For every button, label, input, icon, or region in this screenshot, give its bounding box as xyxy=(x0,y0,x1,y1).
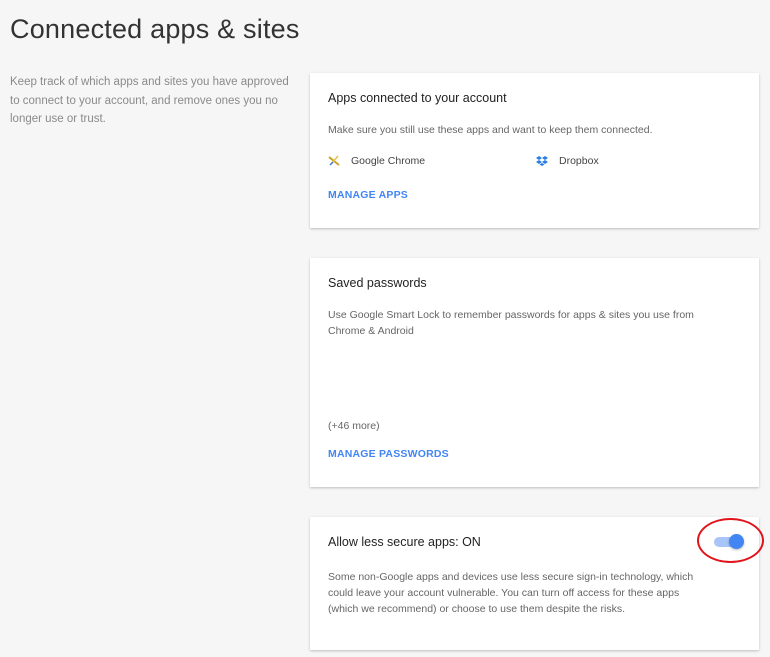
dropbox-icon xyxy=(536,155,548,167)
less-secure-apps-toggle[interactable] xyxy=(714,534,744,549)
app-item-dropbox: Dropbox xyxy=(536,155,599,167)
less-secure-apps-title: Allow less secure apps: ON xyxy=(328,535,481,549)
google-chrome-icon xyxy=(328,155,340,167)
manage-apps-link[interactable]: MANAGE APPS xyxy=(328,189,408,201)
passwords-card-description: Use Google Smart Lock to remember passwo… xyxy=(328,309,694,337)
passwords-card-title: Saved passwords xyxy=(328,276,427,290)
apps-card-description: Make sure you still use these apps and w… xyxy=(328,124,653,136)
less-secure-apps-description: Some non-Google apps and devices use les… xyxy=(328,571,694,615)
app-name: Dropbox xyxy=(559,155,599,167)
saved-passwords-card: Saved passwords Use Google Smart Lock to… xyxy=(310,258,759,487)
page-title: Connected apps & sites xyxy=(10,14,300,44)
apps-card-title: Apps connected to your account xyxy=(328,91,507,105)
toggle-thumb xyxy=(729,534,744,549)
app-name: Google Chrome xyxy=(351,155,426,167)
more-passwords-count: (+46 more) xyxy=(328,420,380,432)
less-secure-apps-card: Allow less secure apps: ON Some non-Goog… xyxy=(310,517,759,650)
page-intro: Keep track of which apps and sites you h… xyxy=(10,76,289,125)
manage-passwords-link[interactable]: MANAGE PASSWORDS xyxy=(328,448,449,460)
app-item-google-chrome: Google Chrome xyxy=(328,155,425,167)
apps-connected-card: Apps connected to your account Make sure… xyxy=(310,73,759,228)
